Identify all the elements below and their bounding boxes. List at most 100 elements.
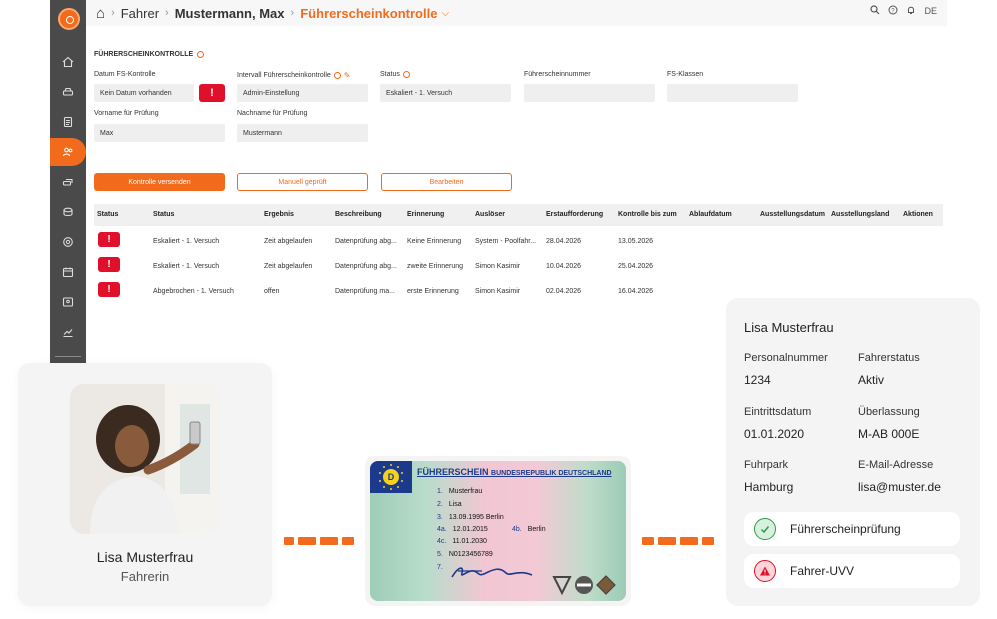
tire-icon[interactable] (50, 228, 86, 256)
line-number: 3. (437, 514, 443, 521)
vorname-label: Vorname für Prüfung (94, 110, 159, 117)
col-ausstellungsland[interactable]: Ausstellungsland (831, 211, 889, 218)
connector-dash (320, 537, 338, 545)
row-ausloeser: Simon Kasimir (475, 263, 521, 270)
row-beschreibung: Datenprüfung abg... (335, 238, 397, 245)
cars-icon[interactable] (50, 168, 86, 196)
personalnummer-label: Personalnummer (744, 352, 828, 364)
manual-checked-button[interactable]: Manuell geprüft (237, 173, 368, 191)
status-label: Status (380, 71, 410, 78)
search-icon[interactable] (870, 5, 880, 17)
warning-icon: ! (199, 84, 225, 102)
line-number: 4b. (512, 526, 522, 533)
stage: ⌂ › Fahrer › Mustermann, Max › Führersch… (0, 0, 997, 619)
coins-icon[interactable] (50, 198, 86, 226)
driver-role: Fahrerin (120, 569, 170, 584)
fsnr-label: Führerscheinnummer (524, 71, 591, 78)
col-ausstellungsdatum[interactable]: Ausstellungsdatum (760, 211, 825, 218)
license-line: 1. Musterfrau (437, 488, 482, 495)
id-card-icon[interactable] (50, 288, 86, 316)
col-kontrolle-bis[interactable]: Kontrolle bis zum (618, 211, 677, 218)
row-beschreibung: Datenprüfung ma... (335, 288, 395, 295)
chart-icon[interactable] (50, 318, 86, 346)
warning-icon: ! (98, 232, 120, 247)
line-value: 12.01.2015 (452, 526, 488, 533)
breadcrumb-driver-name[interactable]: Mustermann, Max (175, 6, 285, 21)
line-number: 2. (437, 501, 443, 508)
topbar-actions: ? DE (870, 5, 937, 17)
logo (58, 8, 80, 30)
car-icon[interactable] (50, 78, 86, 106)
breadcrumb-separator: › (111, 7, 115, 19)
table-row[interactable]: ! Eskaliert - 1. Versuch Zeit abgelaufen… (94, 229, 943, 254)
klassen-field[interactable] (667, 84, 798, 102)
connector-dash (702, 537, 714, 545)
sidebar-divider (55, 356, 81, 357)
col-ausloeser[interactable]: Auslöser (475, 211, 505, 218)
pencil-icon[interactable]: ✎ (344, 71, 351, 80)
col-ablaufdatum[interactable]: Ablaufdatum (689, 211, 732, 218)
col-erinnerung[interactable]: Erinnerung (407, 211, 444, 218)
document-icon[interactable] (50, 108, 86, 136)
calendar-icon[interactable] (50, 258, 86, 286)
help-icon[interactable]: ? (888, 5, 898, 17)
send-control-button[interactable]: Kontrolle versenden (94, 173, 225, 191)
info-icon[interactable] (402, 71, 410, 78)
bell-icon[interactable] (906, 5, 916, 17)
driver-name: Lisa Musterfrau (96, 549, 194, 565)
col-ergebnis[interactable]: Ergebnis (264, 211, 294, 218)
line-value: 11.01.2030 (452, 538, 487, 545)
license-title: FÜHRERSCHEIN BUNDESREPUBLIK DEUTSCHLAND (417, 467, 612, 477)
chevron-down-icon[interactable]: ⌵ (441, 8, 449, 19)
license-check-label: Führerscheinprüfung (790, 522, 901, 536)
breadcrumb-current[interactable]: Führerscheinkontrolle (300, 6, 437, 21)
uvv-check-status[interactable]: Fahrer-UVV (744, 554, 960, 588)
connector-dash (298, 537, 316, 545)
info-icon[interactable] (333, 72, 341, 79)
driver-photo (70, 384, 220, 534)
fuhrpark-label: Fuhrpark (744, 459, 789, 471)
signature (451, 567, 533, 578)
table-row[interactable]: ! Eskaliert - 1. Versuch Zeit abgelaufen… (94, 254, 943, 279)
row-status: Eskaliert - 1. Versuch (153, 263, 220, 270)
edit-button[interactable]: Bearbeiten (381, 173, 512, 191)
country-code: D (383, 469, 399, 485)
fsnr-field[interactable] (524, 84, 655, 102)
eintritt-value: 01.01.2020 (744, 427, 805, 441)
nachname-field[interactable]: Mustermann (237, 124, 368, 142)
license-check-status[interactable]: Führerscheinprüfung (744, 512, 960, 546)
vorname-field[interactable]: Max (94, 124, 225, 142)
col-status-icon[interactable]: Status (97, 211, 118, 218)
license-title-text: FÜHRERSCHEIN (417, 467, 489, 477)
eu-flag: D (370, 461, 412, 493)
klassen-label: FS-Klassen (667, 71, 703, 78)
fahrerstatus-value: Aktiv (858, 373, 885, 387)
section-title: FÜHRERSCHEINKONTROLLE (94, 51, 205, 58)
datum-field[interactable]: Kein Datum vorhanden (94, 84, 194, 102)
status-field[interactable]: Eskaliert - 1. Versuch (380, 84, 511, 102)
language-selector[interactable]: DE (924, 6, 937, 16)
row-erinnerung: zweite Erinnerung (407, 263, 464, 270)
intervall-label-text: Intervall Führerscheinkontrolle (237, 72, 331, 79)
home-icon[interactable] (50, 48, 86, 76)
klassen-label-text: FS-Klassen (667, 71, 704, 78)
driver-info-card: Lisa Musterfrau Personalnummer 1234 Fahr… (726, 298, 980, 606)
breadcrumb-home-icon[interactable]: ⌂ (96, 5, 105, 22)
col-aktionen[interactable]: Aktionen (903, 211, 933, 218)
nachname-label: Nachname für Prüfung (237, 110, 307, 117)
line-number: 1. (437, 488, 443, 495)
warning-triangle-icon (754, 560, 776, 582)
row-erinnerung: Keine Erinnerung (407, 238, 462, 245)
check-circle-icon (754, 518, 776, 540)
table-header: Status Status Ergebnis Beschreibung Erin… (94, 204, 943, 226)
info-icon[interactable] (197, 51, 205, 58)
intervall-label: Intervall Führerscheinkontrolle ✎ (237, 71, 350, 80)
breadcrumb-separator: › (290, 7, 295, 19)
col-beschreibung[interactable]: Beschreibung (335, 211, 382, 218)
col-erstaufforderung[interactable]: Erstaufforderung (546, 211, 603, 218)
connector-dash (680, 537, 698, 545)
breadcrumb-fahrer[interactable]: Fahrer (121, 6, 159, 21)
intervall-field[interactable]: Admin-Einstellung (237, 84, 368, 102)
col-status[interactable]: Status (153, 211, 174, 218)
users-icon[interactable] (50, 138, 86, 166)
